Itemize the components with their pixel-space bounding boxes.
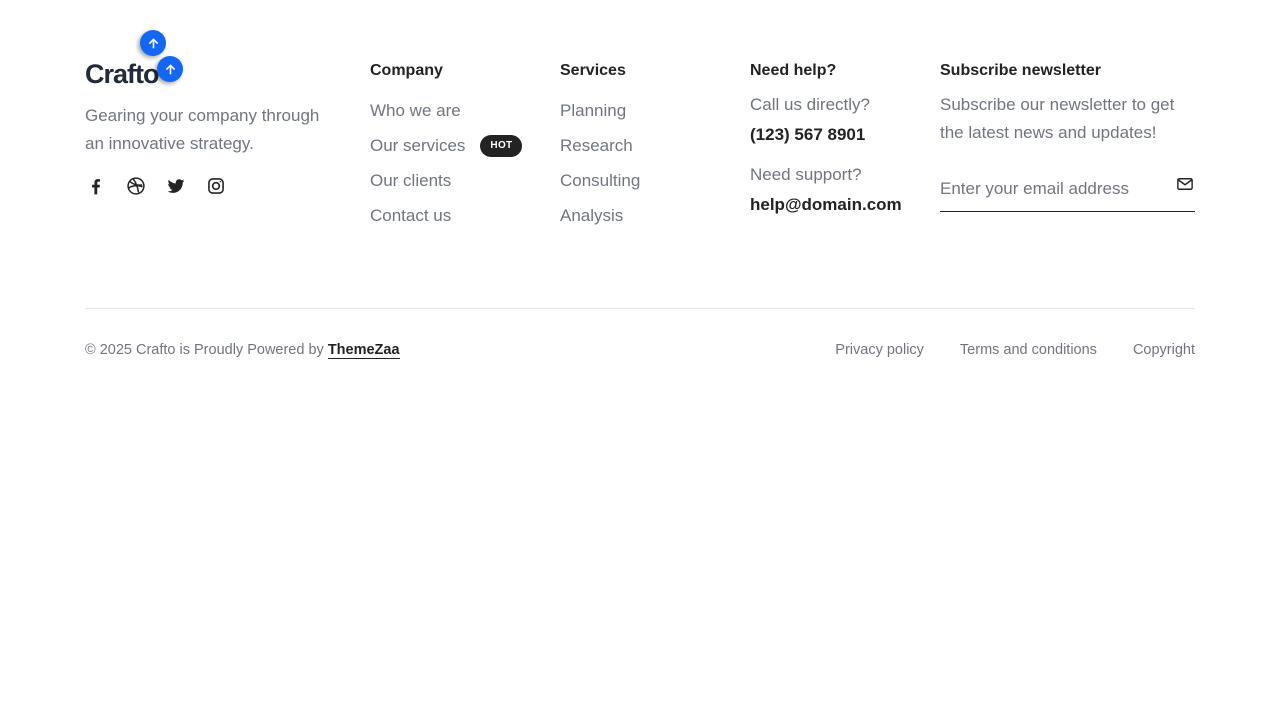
newsletter-form	[940, 166, 1195, 212]
link-our-services[interactable]: Our services HOT	[370, 128, 523, 163]
brand-tagline: Gearing your company through an innovati…	[85, 106, 320, 153]
link-contact-us[interactable]: Contact us	[370, 198, 522, 233]
link-our-clients[interactable]: Our clients	[370, 163, 522, 198]
call-label: Call us directly?	[750, 95, 870, 114]
copyright-link[interactable]: Copyright	[1133, 342, 1195, 358]
copyright-prefix: © 2025 Crafto is Proudly Powered by	[85, 342, 324, 358]
email-input[interactable]	[940, 178, 1160, 199]
link-analysis[interactable]: Analysis	[560, 198, 640, 233]
newsletter-heading: Subscribe newsletter	[940, 62, 1101, 79]
phone-link[interactable]: (123) 567 8901	[750, 125, 865, 145]
dribbble-icon[interactable]	[125, 174, 147, 198]
privacy-policy-link[interactable]: Privacy policy	[835, 342, 924, 358]
link-research[interactable]: Research	[560, 128, 640, 163]
link-planning[interactable]: Planning	[560, 93, 640, 128]
footer-bottom: © 2025 Crafto is Proudly Powered by Them…	[85, 340, 1195, 364]
social-links	[85, 174, 245, 198]
company-heading: Company	[370, 62, 443, 79]
support-email-link[interactable]: help@domain.com	[750, 195, 902, 215]
facebook-icon[interactable]	[85, 174, 107, 198]
envelope-icon[interactable]	[1175, 174, 1195, 194]
footer-divider	[85, 308, 1195, 309]
hot-badge: HOT	[480, 134, 523, 157]
logo-area: Crafto	[85, 30, 345, 90]
footer-top: Crafto Gearing your company through an i…	[85, 0, 1195, 308]
help-heading: Need help?	[750, 62, 837, 79]
twitter-icon[interactable]	[165, 174, 187, 198]
brand-column: Crafto Gearing your company through an i…	[85, 30, 345, 195]
link-consulting[interactable]: Consulting	[560, 163, 640, 198]
themezaa-link[interactable]: ThemeZaa	[327, 342, 400, 359]
arrow-up-icon[interactable]	[140, 30, 166, 56]
company-links: Who we are Our services HOT Our clients C…	[370, 93, 523, 233]
newsletter-text: Subscribe our newsletter to get the late…	[940, 95, 1175, 142]
link-who-we-are[interactable]: Who we are	[370, 93, 522, 128]
services-heading: Services	[560, 62, 626, 79]
legal-links: Privacy policy Terms and conditions Copy…	[799, 342, 1195, 358]
logo[interactable]: Crafto	[85, 58, 159, 90]
services-links: Planning Research Consulting Analysis	[560, 93, 640, 233]
support-label: Need support?	[750, 165, 862, 184]
terms-link[interactable]: Terms and conditions	[960, 342, 1097, 358]
copyright-text: © 2025 Crafto is Proudly Powered by Them…	[85, 342, 400, 359]
scroll-to-top-icon[interactable]	[157, 56, 183, 82]
instagram-icon[interactable]	[205, 174, 227, 198]
